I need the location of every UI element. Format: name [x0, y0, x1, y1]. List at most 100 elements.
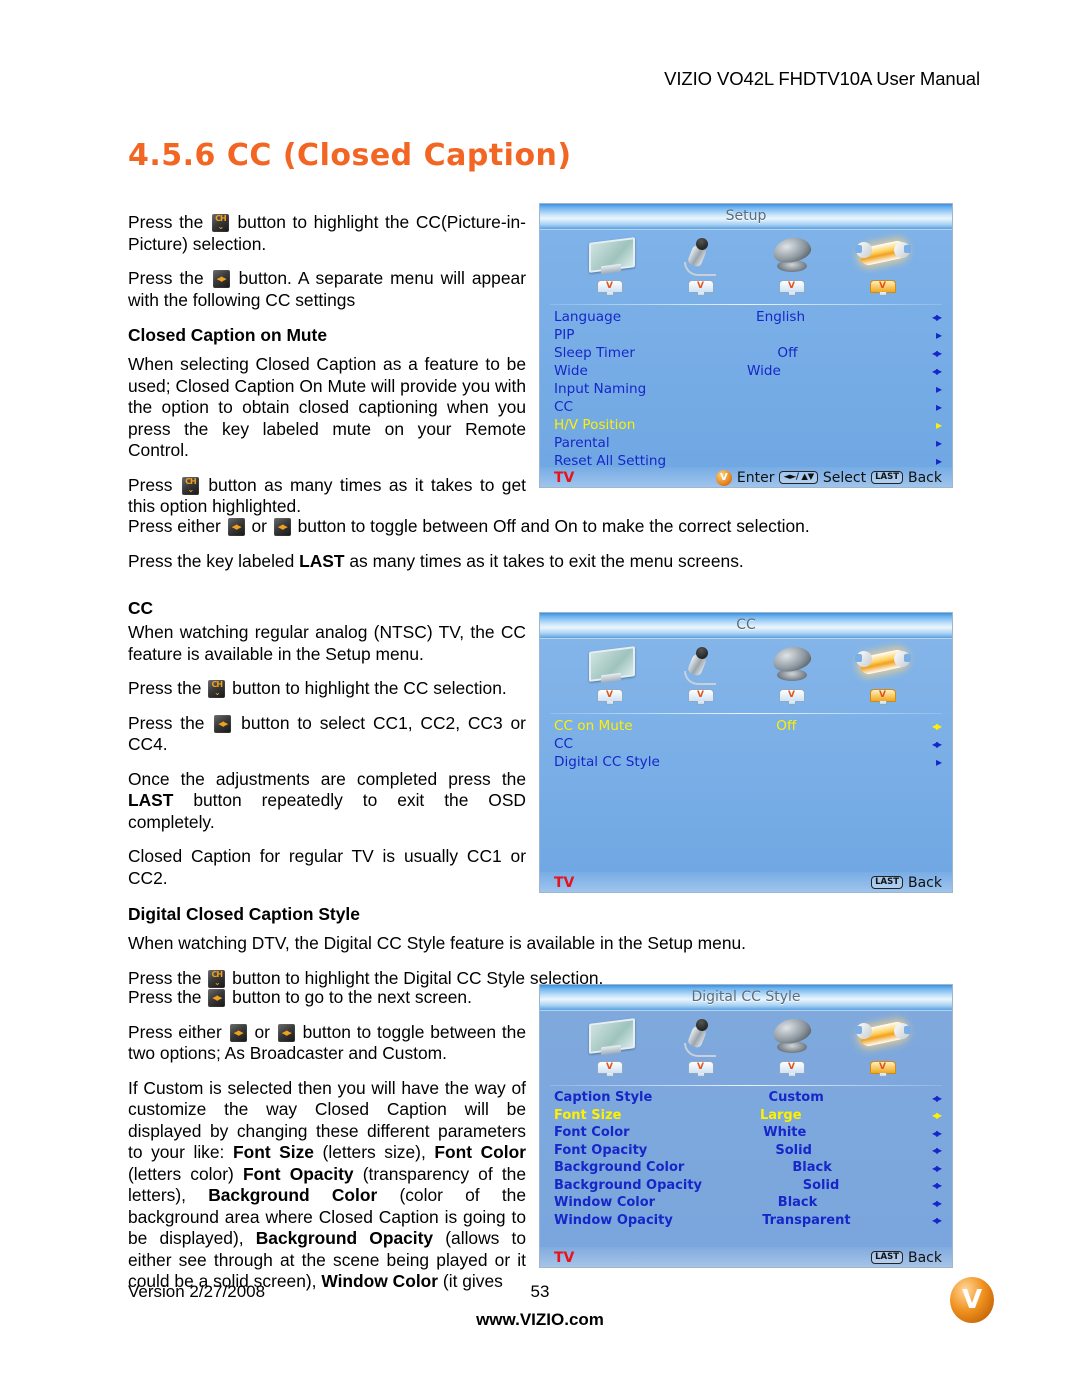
menu-row-window-opacity[interactable]: Window Opacity Transparent ◂▸	[554, 1212, 942, 1230]
wrench-setup-icon	[854, 1017, 912, 1059]
osd-setup-menu[interactable]: Setup V V V V Language English ◂▸ PIP ▸ …	[539, 203, 953, 488]
osd-cc-footer: TV LAST Back	[540, 872, 952, 892]
osd-digital-cc-style-tabstrip[interactable]: V V V V	[540, 1011, 952, 1083]
tab-tuner[interactable]: V	[746, 643, 837, 711]
tab-audio[interactable]: V	[655, 1017, 746, 1083]
paragraph-toggle-off-on: Press either ◂▸ or ◂▸ button to toggle b…	[128, 516, 810, 536]
osd-key-hints: LAST Back	[871, 1250, 942, 1266]
tab-badge-audio: V	[687, 689, 714, 705]
right-arrow-icon: ▸	[935, 400, 942, 414]
menu-row-font-size[interactable]: Font Size Large ◂▸	[554, 1107, 942, 1125]
menu-row-cc[interactable]: CC ▸	[554, 398, 942, 416]
menu-row-input-naming[interactable]: Input Naming ▸	[554, 380, 942, 398]
ch-up-down-button-icon: CH ⌄	[208, 680, 226, 698]
tab-badge-picture: V	[596, 280, 623, 296]
osd-digital-cc-style-menu[interactable]: Digital CC Style V V V V Caption Style C…	[539, 984, 953, 1268]
paragraph-press-ch-cc-selection: Press the CH ⌄ button to highlight the CC…	[128, 678, 507, 698]
microphone-icon	[672, 1017, 730, 1059]
wrench-setup-icon	[854, 645, 912, 687]
menu-row-window-color[interactable]: Window Color Black ◂▸	[554, 1194, 942, 1212]
body-column-wide-1: Press either ◂▸ or ◂▸ button to toggle b…	[128, 516, 952, 585]
hint-enter: Enter	[736, 469, 775, 486]
left-right-arrow-icon: ◂▸	[931, 1125, 942, 1140]
menu-row-cc-on-mute[interactable]: CC on Mute Off ◂▸	[554, 717, 942, 735]
term-font-size: Font Size	[232, 1142, 314, 1162]
menu-row-background-color[interactable]: Background Color Black ◂▸	[554, 1159, 942, 1177]
tab-tuner[interactable]: V	[746, 234, 837, 302]
tab-setup[interactable]: V	[837, 236, 928, 302]
last-key-label: LAST	[299, 550, 345, 571]
left-right-arrow-icon: ◂▸	[931, 1178, 942, 1193]
left-right-arrow-icon: ◂▸	[931, 1108, 942, 1123]
osd-cc-menu[interactable]: CC V V V V CC on Mute Off ◂▸ CC ◂▸ Digit…	[539, 612, 953, 893]
tab-setup[interactable]: V	[837, 645, 928, 711]
last-key-icon: LAST	[871, 1251, 903, 1264]
last-key-icon: LAST	[871, 876, 903, 889]
hint-back: Back	[908, 874, 942, 891]
term-background-opacity: Background Opacity	[255, 1228, 434, 1248]
tab-tuner[interactable]: V	[746, 1015, 837, 1083]
tab-badge-picture: V	[596, 1061, 623, 1077]
left-right-arrow-icon: ◂▸	[931, 310, 942, 324]
left-right-arrow-icon: ◂▸	[931, 1213, 942, 1228]
ch-up-down-button-icon: CH ⌄	[181, 476, 199, 495]
paragraph-press-last-exit-osd: Once the adjustments are completed press…	[128, 768, 526, 832]
osd-digital-cc-style-rows[interactable]: Caption Style Custom ◂▸ Font Size Large ◂▸…	[540, 1089, 952, 1229]
left-right-arrow-icon: ◂▸	[931, 346, 942, 360]
right-arrow-button-icon: ◂▸	[277, 1023, 295, 1042]
body-column-bottom: Press the ◂▸ button to go to the next sc…	[128, 987, 526, 1306]
left-right-arrow-icon: ◂▸	[931, 719, 942, 733]
tab-audio[interactable]: V	[655, 236, 746, 302]
satellite-dish-icon	[763, 234, 821, 278]
vizio-enter-icon: V	[715, 469, 732, 486]
tab-picture[interactable]: V	[564, 645, 655, 711]
menu-row-language[interactable]: Language English ◂▸	[554, 308, 942, 326]
last-key-icon: LAST	[871, 471, 903, 484]
paragraph-toggle-broadcaster-custom: Press either ◂▸ or ◂▸ button to toggle b…	[128, 1021, 526, 1064]
section-heading: 4.5.6 CC (Closed Caption)	[128, 138, 572, 173]
right-arrow-icon: ▸	[935, 755, 942, 769]
tab-badge-tuner: V	[778, 689, 805, 705]
osd-setup-body: V V V V Language English ◂▸ PIP ▸ Sleep …	[540, 230, 952, 487]
menu-row-hv-position[interactable]: H/V Position ▸	[554, 416, 942, 434]
satellite-dish-icon	[763, 643, 821, 687]
osd-divider	[550, 713, 942, 714]
osd-divider	[550, 1085, 942, 1086]
paragraph-custom-parameters: If Custom is selected then you will have…	[128, 1077, 527, 1292]
osd-source-label: TV	[554, 874, 575, 891]
tab-badge-setup: V	[869, 689, 896, 705]
left-right-arrow-icon: ◂▸	[931, 1090, 942, 1105]
menu-row-background-opacity[interactable]: Background Opacity Solid ◂▸	[554, 1177, 942, 1195]
subheading-digital-closed-caption-style: Digital Closed Caption Style	[128, 904, 360, 924]
tab-setup[interactable]: V	[837, 1017, 928, 1083]
menu-row-digital-cc-style[interactable]: Digital CC Style ▸	[554, 753, 942, 771]
left-right-arrow-icon: ◂▸	[931, 364, 942, 378]
menu-row-pip[interactable]: PIP ▸	[554, 326, 942, 344]
right-arrow-button-icon: ◂▸	[208, 989, 226, 1007]
left-right-arrow-icon: ◂▸	[931, 1143, 942, 1158]
tab-picture[interactable]: V	[564, 1017, 655, 1083]
menu-row-wide[interactable]: Wide Wide ◂▸	[554, 362, 942, 380]
osd-key-hints: V Enter ◄►/ ▲▼ Select LAST Back	[715, 469, 942, 486]
menu-row-sleep-timer[interactable]: Sleep Timer Off ◂▸	[554, 344, 942, 362]
menu-row-font-color[interactable]: Font Color White ◂▸	[554, 1124, 942, 1142]
term-font-color: Font Color	[434, 1142, 526, 1162]
subheading-closed-caption-on-mute: Closed Caption on Mute	[128, 325, 328, 345]
menu-row-parental[interactable]: Parental ▸	[554, 434, 942, 452]
menu-row-font-opacity[interactable]: Font Opacity Solid ◂▸	[554, 1142, 942, 1160]
osd-setup-tabstrip[interactable]: V V V V	[540, 230, 952, 302]
hint-back: Back	[908, 1249, 942, 1266]
tab-picture[interactable]: V	[564, 236, 655, 302]
paragraph-ntsc-cc-setup: When watching regular analog (NTSC) TV, …	[128, 622, 526, 664]
paragraph-press-ch-cc: Press the CH ⌄ button to highlight the CC…	[128, 212, 526, 254]
osd-setup-rows[interactable]: Language English ◂▸ PIP ▸ Sleep Timer Off…	[540, 308, 952, 470]
menu-row-caption-style[interactable]: Caption Style Custom ◂▸	[554, 1089, 942, 1107]
osd-cc-tabstrip[interactable]: V V V V	[540, 639, 952, 711]
left-right-arrow-icon: ◂▸	[931, 737, 942, 751]
tab-badge-audio: V	[687, 280, 714, 296]
tab-audio[interactable]: V	[655, 645, 746, 711]
osd-cc-rows[interactable]: CC on Mute Off ◂▸ CC ◂▸ Digital CC Style …	[540, 717, 952, 771]
osd-source-label: TV	[554, 469, 575, 486]
menu-row-cc[interactable]: CC ◂▸	[554, 735, 942, 753]
paragraph-press-right-menu: Press the ◂▸ button. A separate menu wil…	[128, 268, 526, 310]
